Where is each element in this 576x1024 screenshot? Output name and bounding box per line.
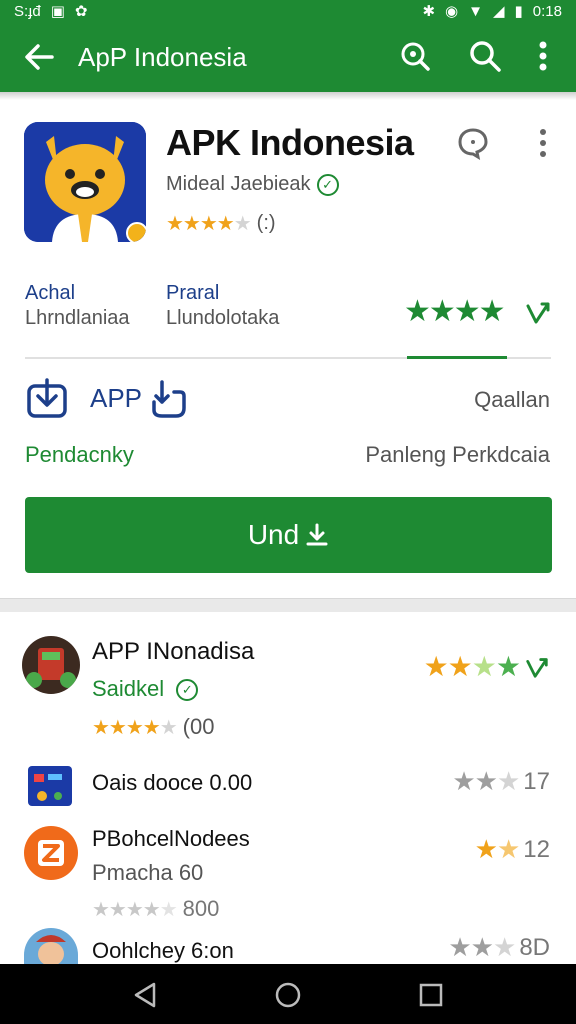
rating-stars: ★★★★	[423, 651, 521, 682]
list-item-title: APP INonadisa	[92, 638, 255, 665]
rating-text: (00	[182, 714, 215, 739]
nav-home-icon[interactable]	[273, 980, 303, 1010]
list-item-icon	[22, 636, 80, 694]
status-left-text: S:ɟđ	[14, 2, 41, 20]
app-bar-shadow	[0, 92, 576, 100]
signal-icon: ◢	[492, 3, 505, 20]
bluetooth-icon: ✱	[422, 3, 436, 20]
list-item-right: ★★★ 8D	[448, 932, 550, 963]
info-col-2-value: Llundolotaka	[166, 307, 280, 329]
avatar-icon	[36, 935, 66, 964]
list-item-icon	[24, 826, 78, 880]
rating-stars: ★★★★★	[92, 716, 178, 739]
list-item-subtitle-text: Saidkel	[92, 676, 165, 701]
download-box-icon[interactable]	[26, 378, 68, 420]
list-item-title: PBohcelNodees	[92, 826, 250, 851]
more-vert-icon[interactable]	[528, 39, 558, 73]
list-item-right: ★★★ 17	[452, 766, 550, 797]
trend-arrow-icon	[526, 302, 550, 324]
rating-text: (:)	[256, 212, 276, 234]
verified-icon: ✓	[316, 173, 339, 196]
search-icon[interactable]	[468, 39, 502, 73]
app-bar-title: ApP Indonesia	[78, 42, 247, 72]
info-col-2: Praral Llundolotaka	[166, 282, 279, 330]
status-bar: S:ɟđ ▣ ✿ ✱ ◉ ▼ ◢ ▮ 0:18	[0, 0, 576, 22]
rating-stars: ★★	[474, 834, 521, 864]
pending-left-link[interactable]: Pendacnky	[25, 442, 134, 468]
tap-icon[interactable]	[148, 378, 190, 420]
wifi-icon: ▼	[468, 2, 483, 20]
shop-icon	[26, 648, 76, 688]
paw-icon: ✿	[74, 3, 88, 20]
list-item-right: ★★★★	[424, 650, 550, 683]
system-nav-bar	[0, 964, 576, 1024]
app-developer[interactable]: Mideal Jaebieak ✓	[166, 173, 339, 196]
app-badge-icon	[126, 222, 146, 242]
list-item-title: Oais dooce 0.00	[92, 770, 253, 795]
tab-divider	[25, 356, 551, 359]
app-title: APK Indonesia	[166, 122, 414, 163]
pending-right-text: Panleng Perkdcaia	[365, 442, 550, 467]
app-rating: ★★★★★ (:)	[166, 211, 276, 236]
list-item-value: 8D	[519, 933, 550, 961]
list-item-subtitle: Saidkel ✓	[92, 676, 199, 702]
app-bar: ApP Indonesia	[0, 22, 576, 92]
nav-back-icon[interactable]	[130, 980, 160, 1010]
info-col-1-key: Achal	[25, 282, 76, 304]
voice-search-icon[interactable]	[398, 39, 432, 73]
list-item-icon	[24, 928, 78, 964]
clock-time: 0:18	[532, 2, 562, 20]
section-separator	[0, 598, 576, 612]
back-arrow-icon[interactable]	[22, 40, 56, 74]
info-col-2-key: Praral	[166, 282, 220, 304]
list-item-rating: ★★★★★ 800	[92, 896, 219, 922]
download-icon	[306, 523, 328, 546]
list-item-rating: ★★★★★ (00	[92, 714, 214, 740]
rating-stars: ★★★★★	[92, 898, 178, 921]
developer-name[interactable]: Mideal Jaebieak	[166, 173, 311, 195]
info-col-1: Achal Lhrndlaniaa	[25, 282, 130, 330]
info-rating-stars: ★★★★	[404, 295, 506, 328]
rating-stars: ★★★★★	[166, 213, 252, 235]
cat-mascot-icon	[24, 122, 146, 242]
rating-text: 800	[182, 896, 220, 921]
list-item-value: 12	[523, 835, 550, 863]
quality-label: Qaallan	[474, 387, 550, 412]
list-item-value: 17	[523, 767, 550, 795]
battery-icon: ▮	[514, 3, 523, 20]
tab-indicator	[407, 356, 507, 359]
list-item-subtitle: Pmacha 60	[92, 860, 204, 885]
list-item-title: Oohlchey 6:on	[92, 938, 234, 963]
app-label: APP	[90, 383, 143, 413]
rating-stars: ★★★	[452, 766, 520, 796]
install-label: Und	[247, 519, 300, 550]
letter-z-icon	[38, 840, 64, 866]
list-item-icon	[28, 766, 72, 806]
nav-recents-icon[interactable]	[416, 980, 446, 1010]
app-icon	[24, 122, 146, 242]
verified-icon: ✓	[176, 679, 199, 702]
rating-stars: ★★★	[448, 932, 516, 962]
trend-arrow-icon	[526, 657, 548, 678]
install-button[interactable]: Und	[25, 497, 552, 573]
game-icon	[34, 774, 62, 801]
list-item-right: ★★ 12	[475, 834, 550, 865]
gallery-icon: ▣	[50, 3, 65, 20]
chat-icon[interactable]	[456, 126, 490, 160]
alarm-icon: ◉	[445, 3, 459, 20]
more-vert-icon[interactable]	[530, 126, 556, 160]
info-col-1-value: Lhrndlaniaa	[25, 307, 130, 329]
